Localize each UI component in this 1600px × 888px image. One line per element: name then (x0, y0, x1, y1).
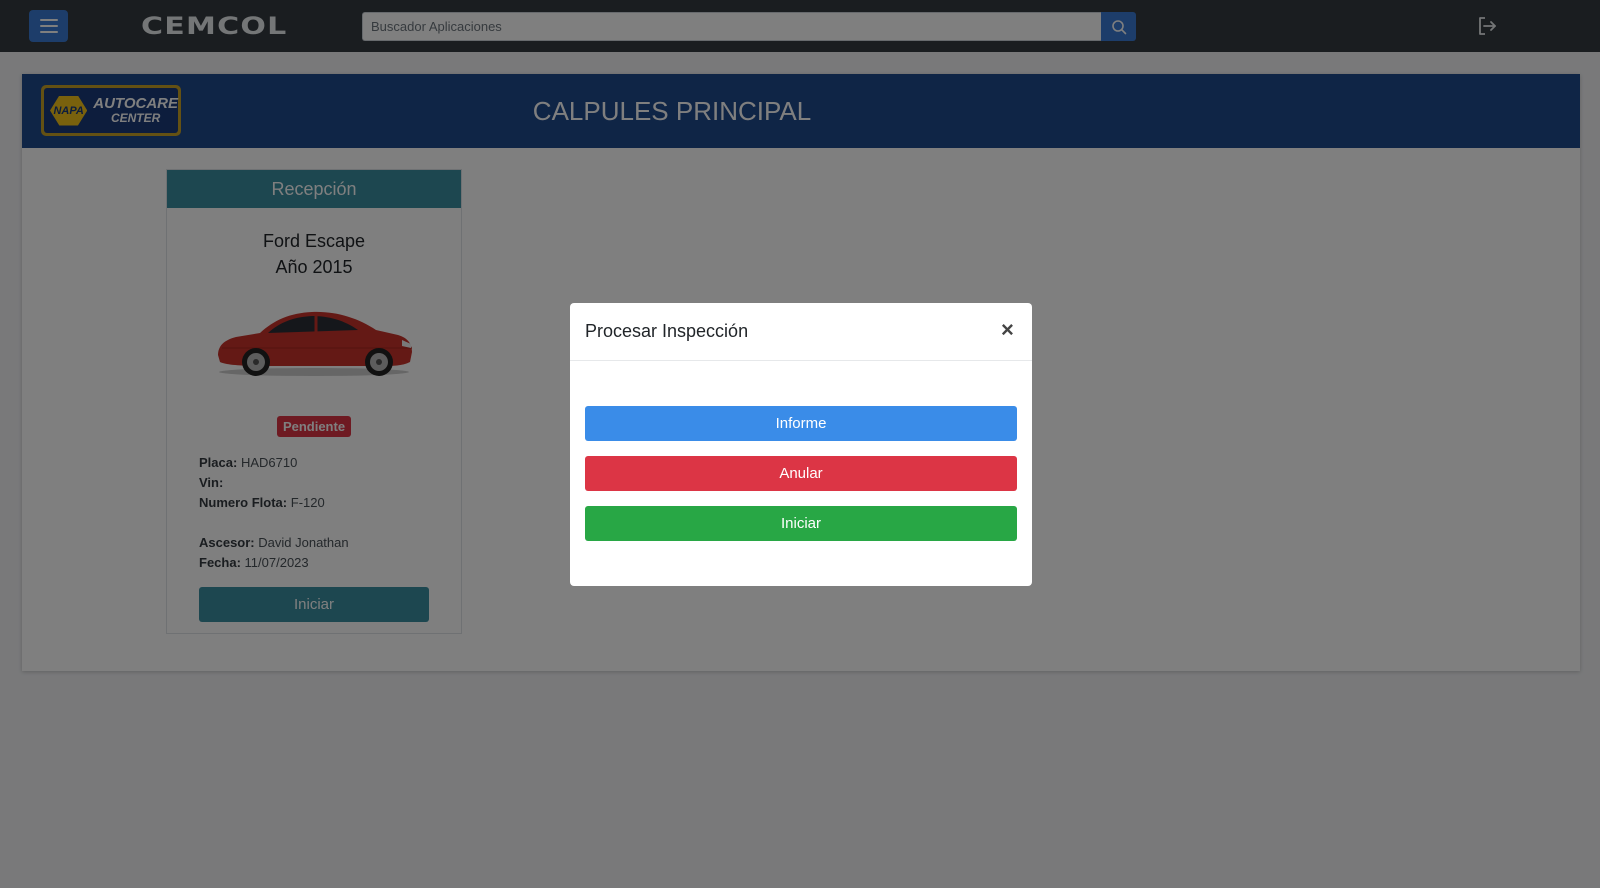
informe-button[interactable]: Informe (585, 406, 1017, 441)
close-icon[interactable]: × (1001, 319, 1014, 341)
iniciar-button[interactable]: Iniciar (585, 506, 1017, 541)
modal-header: Procesar Inspección × (570, 303, 1032, 361)
modal-title: Procesar Inspección (585, 321, 749, 341)
anular-button[interactable]: Anular (585, 456, 1017, 491)
process-inspection-modal: Procesar Inspección × Informe Anular Ini… (570, 303, 1032, 586)
